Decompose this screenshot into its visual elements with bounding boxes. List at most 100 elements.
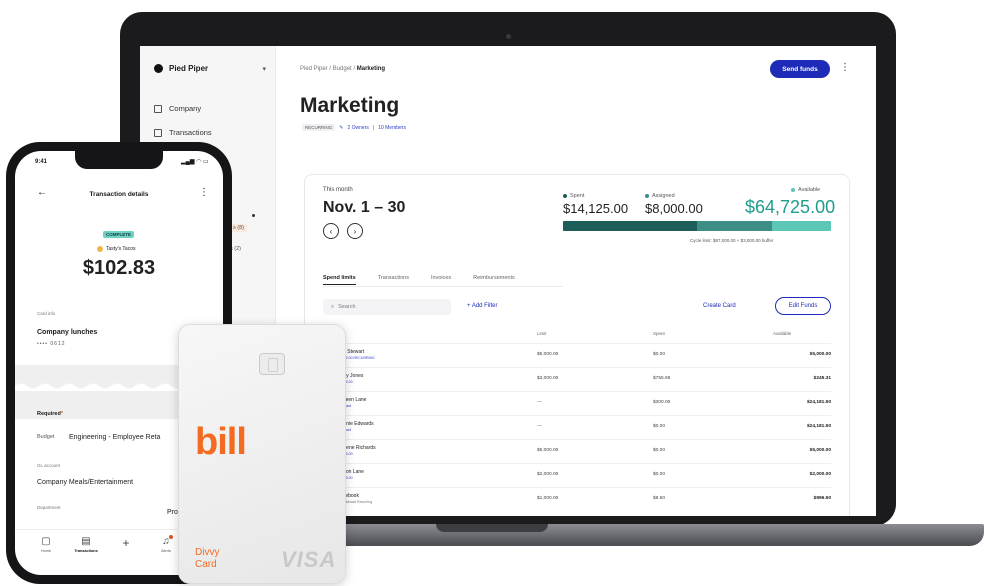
sidebar-item-company[interactable]: Company [154, 104, 201, 113]
spent-label: Spent [563, 193, 584, 199]
available-value: $64,725.00 [745, 197, 836, 217]
divvy-card-label: Divvy Card [195, 547, 235, 571]
sidebar-item-label: Transactions [169, 128, 212, 137]
more-options-icon[interactable]: ⋮ [840, 62, 850, 73]
tab-home[interactable]: ▢ Home [31, 536, 61, 553]
budget-meta: RECURRING ✎ 2 Owners | 10 Members [302, 124, 406, 131]
chevron-right-icon: › [353, 226, 357, 236]
row-limit: — [537, 424, 542, 429]
page-title: Marketing [300, 94, 400, 117]
row-available: $996.50 [813, 496, 831, 501]
sidebar-item-transactions[interactable]: Transactions [154, 128, 212, 137]
status-badge: COMPLETE [103, 231, 135, 238]
period-range: Nov. 1 – 30 [323, 199, 406, 216]
send-funds-button[interactable]: Send funds [770, 60, 830, 78]
merchant-logo-icon [97, 246, 103, 252]
chevron-left-icon: ‹ [329, 226, 333, 236]
row-limit: $3,000.00 [537, 376, 559, 381]
legend-dot-icon [645, 194, 649, 198]
budget-panel: This month Nov. 1 – 30 ‹ › Spent $14,125… [304, 174, 850, 516]
column-header-limit[interactable]: Limit [537, 331, 547, 336]
legend-dot-icon [791, 188, 795, 192]
edit-funds-button[interactable]: Edit Funds [775, 297, 831, 315]
bill-divvy-card: bill Divvy Card VISA [178, 324, 346, 584]
table-row[interactable]: Devon Lane $1,000.00 $2,000.00 $0.00 $2,… [323, 463, 831, 485]
row-spent: $0.00 [653, 472, 666, 477]
next-period-button[interactable]: › [347, 223, 363, 239]
divvy-label-line2: Card [195, 559, 217, 570]
tab-reimbursements[interactable]: Reimbursements [473, 275, 515, 285]
tab-invoices[interactable]: Invoices [431, 275, 451, 285]
row-limit: $5,000.00 [537, 352, 559, 357]
gl-account-label: GL account [37, 463, 60, 468]
dot-icon [252, 214, 255, 217]
visa-logo: VISA [281, 547, 337, 572]
progress-spent [563, 221, 697, 231]
meta-separator: | [372, 124, 375, 131]
owners-link[interactable]: 2 Owners [347, 125, 368, 131]
tab-alerts[interactable]: ♫ Alerts [151, 535, 181, 553]
breadcrumb-budget[interactable]: Budget [333, 66, 352, 72]
org-switcher[interactable]: Pied Piper ▾ [154, 64, 266, 73]
chevron-down-icon: ▾ [262, 65, 266, 73]
tab-divider [323, 286, 563, 287]
previous-period-button[interactable]: ‹ [323, 223, 339, 239]
table-row[interactable]: Cody Jones $1,000.00 $3,000.00 $755.69 $… [323, 367, 831, 389]
row-spent: $0.00 [653, 448, 666, 453]
tab-spend-limits[interactable]: Spend limits [323, 275, 356, 285]
receipt-icon [154, 128, 162, 137]
table-row[interactable]: Connie Edwards Standard — $0.00 $24,181.… [323, 415, 831, 437]
sidebar-item-label: Company [169, 104, 202, 113]
phone-notch [75, 151, 163, 169]
breadcrumb-org[interactable]: Pied Piper [300, 66, 328, 72]
tab-transactions[interactable]: Transactions [378, 275, 409, 285]
assigned-value: $8,000.00 [645, 201, 703, 216]
budget-field-label: Budget [37, 434, 55, 440]
row-available: $245.31 [813, 376, 831, 381]
assigned-label-text: Assigned [652, 193, 675, 199]
tab-label: Home [40, 549, 52, 553]
required-label-text: Required [37, 411, 61, 417]
table-row[interactable]: Colleen Lane Standard — $300.00 $24,181.… [323, 391, 831, 413]
search-icon: ⌕ [331, 303, 335, 310]
row-limit: — [537, 400, 542, 405]
budget-progress-bar [563, 221, 831, 231]
table-row[interactable]: Darlene Richards $1,000.00 $5,000.00 $0.… [323, 439, 831, 461]
tab-add[interactable]: + [111, 536, 141, 552]
divvy-label-line1: Divvy [195, 547, 220, 558]
row-limit: $5,000.00 [537, 448, 559, 453]
merchant-name: Tasty's Tacos [106, 246, 136, 252]
available-label: Available [791, 187, 820, 193]
tab-label: Alerts [161, 549, 171, 553]
required-section-label: Required* [37, 411, 63, 417]
create-card-button[interactable]: Create Card [703, 303, 736, 309]
add-filter-button[interactable]: + Add Filter [467, 303, 498, 309]
gl-account-field[interactable]: Company Meals/Entertainment [37, 479, 133, 486]
card-info-label: Card info [37, 311, 56, 316]
status-icons: ▂▄▆ ◠ ▭ [181, 159, 209, 165]
members-link[interactable]: 10 Members [378, 125, 406, 131]
row-spent: $8.50 [653, 496, 666, 501]
column-header-available[interactable]: Available [773, 331, 791, 336]
org-name: Pied Piper [169, 64, 209, 73]
table-row[interactable]: Facebook Ann Stewart Recurring $1,000.00… [323, 487, 831, 509]
row-spent: $300.00 [653, 400, 671, 405]
available-label-text: Available [798, 187, 821, 193]
search-input[interactable]: ⌕ Search [323, 299, 451, 315]
tab-bar: Spend limits Transactions Invoices Reimb… [323, 275, 515, 285]
row-spent: $0.00 [653, 424, 666, 429]
table-row[interactable]: Ann Stewart $1,000.00 RECURRING $5,000.0… [323, 343, 831, 365]
sidebar-subitem[interactable]: s (8) [230, 224, 247, 232]
row-available: $24,181.50 [806, 424, 831, 429]
laptop-hinge-notch [436, 524, 548, 532]
more-options-icon[interactable]: ⋮ [199, 187, 209, 198]
tab-transactions[interactable]: ▤ Transactions [71, 536, 101, 553]
tab-label: Transactions [74, 549, 98, 553]
row-limit: $1,000.00 [537, 496, 559, 501]
column-header-spent[interactable]: Spent [653, 331, 665, 336]
department-label: Department [37, 505, 61, 510]
row-spent: $755.69 [653, 376, 671, 381]
org-logo-icon [154, 64, 163, 73]
bell-icon: ♫ [162, 536, 170, 547]
budget-field[interactable]: Engineering - Employee Reta [69, 434, 160, 441]
